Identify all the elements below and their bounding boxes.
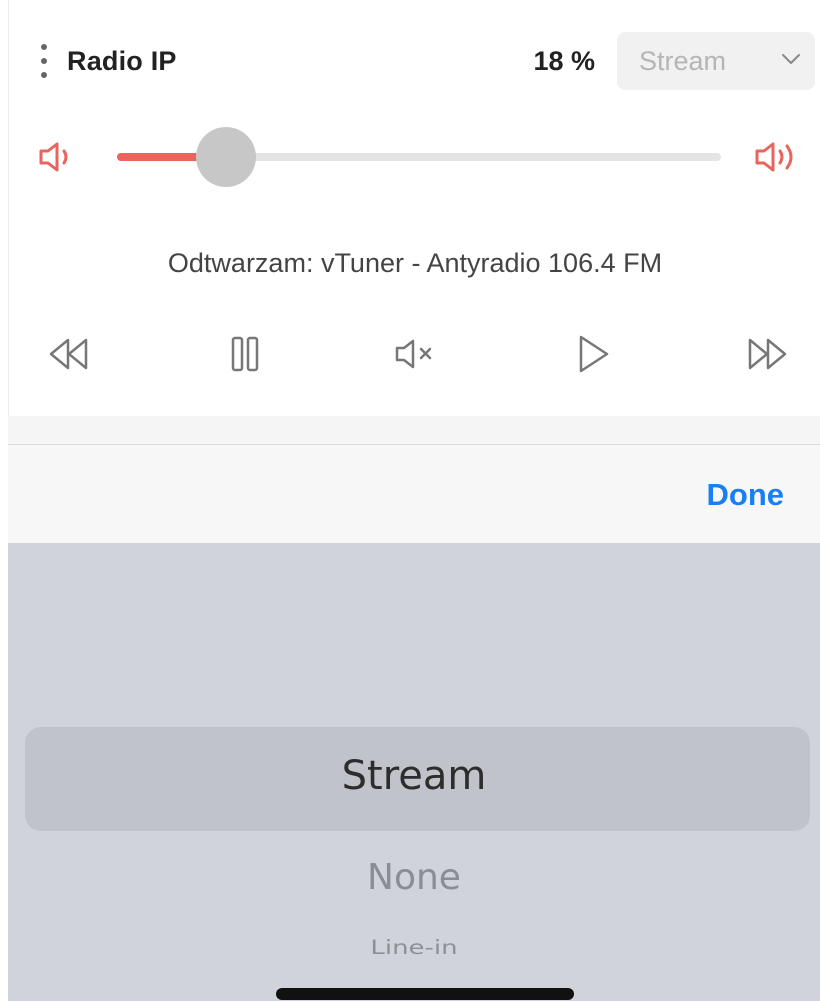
picker-option-selected[interactable]: Stream <box>8 753 820 799</box>
play-button[interactable] <box>569 330 617 378</box>
pause-button[interactable] <box>221 330 269 378</box>
fast-forward-button[interactable] <box>743 330 791 378</box>
picker-option[interactable]: Line-in <box>8 937 820 960</box>
source-select-value: Stream <box>639 46 727 76</box>
card-title: Radio IP <box>67 46 177 76</box>
picker-option[interactable]: None <box>8 857 820 898</box>
play-icon <box>579 335 609 373</box>
volume-slider-track[interactable] <box>117 127 721 187</box>
mute-icon <box>395 339 432 369</box>
rewind-button[interactable] <box>45 330 93 378</box>
volume-slider-row <box>9 124 820 188</box>
done-button[interactable]: Done <box>707 477 785 513</box>
card-header: Radio IP 18 % Stream <box>9 30 820 92</box>
source-picker-wheel[interactable]: Stream None Line-in <box>8 543 820 1001</box>
menu-dot <box>41 44 47 50</box>
menu-dot <box>41 58 47 64</box>
radio-card: Radio IP 18 % Stream Odtwarzam: vTuner -… <box>8 0 820 416</box>
card-divider <box>8 416 820 445</box>
volume-up-icon[interactable] <box>753 140 803 174</box>
pause-icon <box>231 336 259 372</box>
home-indicator <box>276 988 574 1000</box>
volume-slider-thumb[interactable] <box>195 127 256 187</box>
app-screen: Radio IP 18 % Stream Odtwarzam: vTuner -… <box>0 0 820 1001</box>
chevron-down-icon <box>782 54 800 64</box>
volume-down-icon[interactable] <box>37 140 77 174</box>
rewind-icon <box>49 338 88 370</box>
volume-percentage: 18 % <box>533 46 595 76</box>
menu-dot <box>41 72 47 78</box>
picker-toolbar: Done <box>8 445 820 543</box>
source-select[interactable]: Stream <box>617 32 815 90</box>
mute-button[interactable] <box>393 330 441 378</box>
fast-forward-icon <box>748 338 787 370</box>
more-menu-icon[interactable] <box>39 44 49 78</box>
playback-controls <box>9 330 820 378</box>
now-playing-text: Odtwarzam: vTuner - Antyradio 106.4 FM <box>167 248 663 278</box>
